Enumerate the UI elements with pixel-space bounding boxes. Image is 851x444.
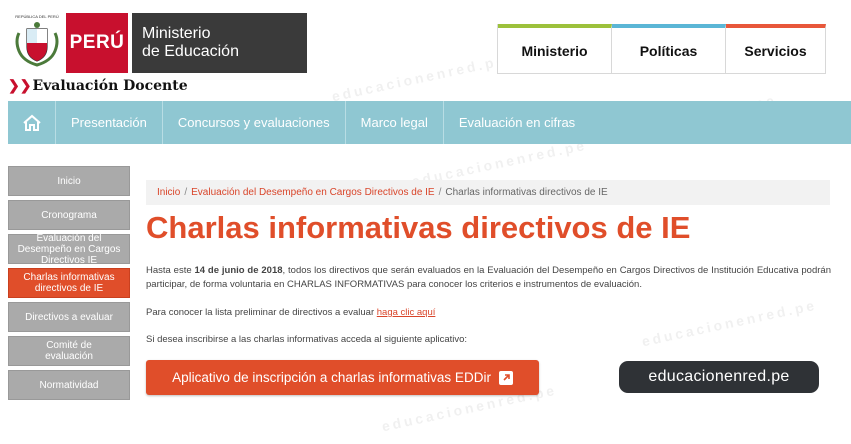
top-nav-politicas[interactable]: Políticas — [612, 24, 726, 74]
sidebar-item-cronograma[interactable]: Cronograma — [8, 200, 130, 230]
sidebar-item-comite[interactable]: Comité de evaluación — [8, 336, 130, 366]
sidebar-item-charlas[interactable]: Charlas informativas directivos de IE — [8, 268, 130, 298]
breadcrumb-inicio[interactable]: Inicio — [157, 187, 180, 198]
breadcrumb-separator: / — [184, 187, 188, 198]
click-here-link[interactable]: haga clic aquí — [377, 307, 436, 318]
intro-text: Hasta este — [146, 265, 195, 276]
page-title: Charlas informativas directivos de IE — [146, 210, 691, 245]
ministry-line1: Ministerio — [142, 25, 211, 42]
nav-evaluacion-cifras[interactable]: Evaluación en cifras — [444, 101, 590, 144]
sidebar-item-inicio[interactable]: Inicio — [8, 166, 130, 196]
intro-paragraph: Hasta este 14 de junio de 2018, todos lo… — [146, 264, 831, 292]
minedu-logo[interactable]: REPÚBLICA DEL PERÚ PERÚ Ministerio de Ed… — [8, 13, 307, 73]
sidebar: Inicio Cronograma Evaluación del Desempe… — [8, 166, 130, 404]
breadcrumb-evaluacion[interactable]: Evaluación del Desempeño en Cargos Direc… — [191, 187, 434, 198]
sidebar-item-directivos[interactable]: Directivos a evaluar — [8, 302, 130, 332]
breadcrumb-current: Charlas informativas directivos de IE — [445, 187, 608, 198]
coat-of-arms-icon — [15, 22, 59, 67]
sidebar-item-evaluacion-desempeno[interactable]: Evaluación del Desempeño en Cargos Direc… — [8, 233, 130, 266]
subsite-title[interactable]: ❯❯Evaluación Docente — [8, 78, 188, 94]
main-nav: Presentación Concursos y evaluaciones Ma… — [8, 101, 851, 144]
national-seal: REPÚBLICA DEL PERÚ — [8, 13, 66, 73]
signup-paragraph: Si desea inscribirse a las charlas infor… — [146, 334, 468, 345]
breadcrumb-separator: / — [438, 187, 442, 198]
watermark-badge: educacionenred.pe — [619, 361, 819, 393]
top-nav: Ministerio Políticas Servicios — [497, 24, 826, 74]
watermark: educacionenred.pe — [330, 51, 509, 105]
subsite-title-text: Evaluación Docente — [32, 78, 188, 94]
registration-app-label: Aplicativo de inscripción a charlas info… — [172, 370, 491, 385]
list-paragraph: Para conocer la lista preliminar de dire… — [146, 306, 831, 320]
top-nav-servicios[interactable]: Servicios — [726, 24, 826, 74]
ministry-logo-box: Ministerio de Educación — [132, 13, 307, 73]
nav-concursos[interactable]: Concursos y evaluaciones — [163, 101, 346, 144]
ministry-line2: de Educación — [142, 43, 239, 60]
home-icon — [22, 114, 41, 131]
seal-text: REPÚBLICA DEL PERÚ — [15, 14, 59, 19]
nav-presentacion[interactable]: Presentación — [56, 101, 163, 144]
list-text: Para conocer la lista preliminar de dire… — [146, 307, 377, 318]
deadline-date: 14 de junio de 2018 — [194, 265, 283, 276]
peru-logo-box: PERÚ — [66, 13, 128, 73]
external-link-icon — [498, 370, 513, 385]
home-button[interactable] — [8, 101, 56, 144]
nav-marco-legal[interactable]: Marco legal — [346, 101, 444, 144]
double-chevron-icon: ❯❯ — [8, 78, 32, 94]
page: educacionenred.pe educacionenred.pe educ… — [0, 0, 851, 444]
breadcrumb: Inicio / Evaluación del Desempeño en Car… — [146, 180, 830, 205]
top-nav-ministerio[interactable]: Ministerio — [498, 24, 612, 74]
sidebar-item-normatividad[interactable]: Normatividad — [8, 370, 130, 400]
registration-app-button[interactable]: Aplicativo de inscripción a charlas info… — [146, 360, 539, 395]
